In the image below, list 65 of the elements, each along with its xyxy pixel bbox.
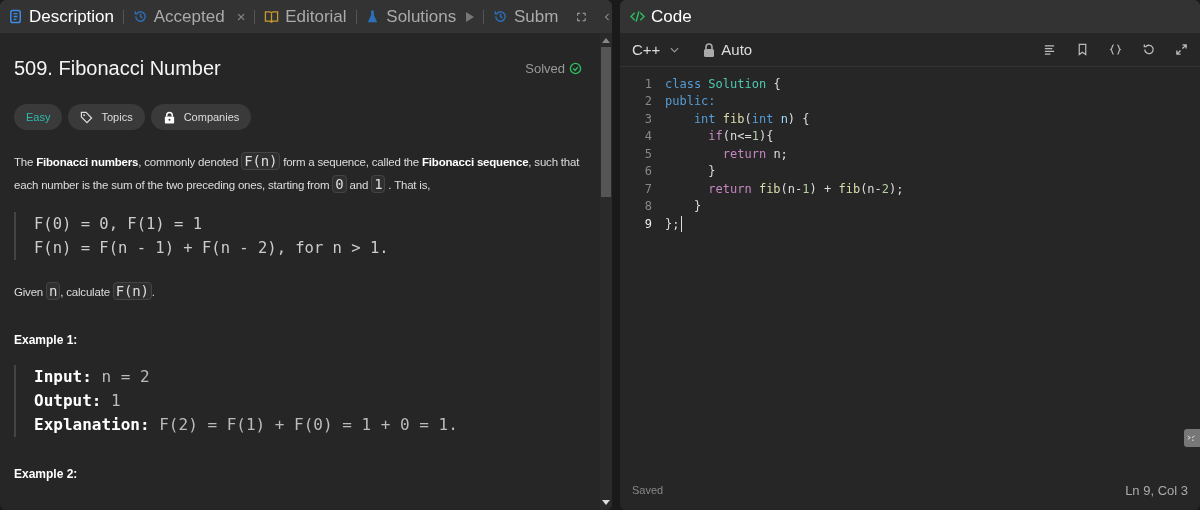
auto-mode-label: Auto <box>721 41 753 58</box>
panel-tab[interactable]: Solutions <box>363 6 477 27</box>
example-heading: Example 2: <box>14 467 79 481</box>
code-line: return n; <box>721 146 788 161</box>
console-tab[interactable] <box>1184 429 1200 447</box>
code-line: return fib(n-1) + fib(n-2); <box>707 181 904 196</box>
line-number: 9 <box>643 216 653 231</box>
scroll-up-icon[interactable] <box>602 37 610 43</box>
formula-line: F(n) = F(n - 1) + F(n - 2), for n > 1. <box>34 238 390 259</box>
example-line: Explanation: F(2) = F(1) + F(0) = 1 + 0 = 1. <box>34 414 459 436</box>
scrollbar-thumb[interactable] <box>601 47 611 197</box>
line-number: 2 <box>643 94 653 109</box>
panel-title: Code <box>651 6 692 27</box>
problem-title: 509. Fibonacci Number <box>14 57 222 80</box>
bookmark-icon[interactable] <box>1076 43 1089 56</box>
tag-icon <box>80 110 94 124</box>
history-icon <box>132 9 148 24</box>
line-number: 7 <box>643 181 653 196</box>
code-line: }; <box>665 216 680 231</box>
task-sentence: Given n , calculate F(n) . <box>14 281 156 302</box>
braces-icon[interactable] <box>1109 43 1122 56</box>
code-line: public: <box>665 94 716 109</box>
caret-icon <box>670 46 680 53</box>
fullscreen-icon[interactable] <box>577 10 587 23</box>
example-line: Input: n = 2 <box>34 366 151 388</box>
companies-button[interactable]: Companies <box>150 104 252 130</box>
panel-tab[interactable]: Description <box>6 6 117 27</box>
code-icon <box>630 10 645 23</box>
formula-line: F(0) = 0, F(1) = 1 <box>34 214 203 235</box>
line-number: 5 <box>643 146 653 161</box>
lock-icon <box>703 42 716 57</box>
solved-status: Solved <box>525 61 565 76</box>
line-number: 1 <box>643 76 653 91</box>
line-number: 8 <box>643 199 653 214</box>
topics-button[interactable]: Topics <box>68 104 145 130</box>
scroll-down-icon[interactable] <box>602 500 610 506</box>
cursor-position: Ln 9, Col 3 <box>1125 482 1188 498</box>
text-cursor <box>681 215 683 232</box>
reset-icon[interactable] <box>1142 43 1155 56</box>
check-icon <box>569 62 582 75</box>
line-number: 3 <box>643 111 653 126</box>
description-paragraph: The Fibonacci numbers, commonly denoted F(n) form a sequence, called the Fibonacci sequence, such that each number is the sum of the two preceding ones, starting from 0 and 1 . That is, <box>14 151 581 195</box>
line-number: 6 <box>643 164 653 179</box>
panel-tab[interactable]: Accepted × <box>130 6 248 27</box>
document-icon <box>8 9 23 24</box>
difficulty-tag: Easy <box>14 104 63 130</box>
format-icon[interactable] <box>1043 43 1056 56</box>
panel-tab[interactable]: Subm <box>491 6 561 27</box>
example-heading: Example 1: <box>14 333 79 347</box>
code-line: int fib(int n) { <box>692 111 810 126</box>
language-dropdown[interactable]: C++ <box>632 41 680 58</box>
expand-icon[interactable] <box>1175 43 1188 56</box>
code-line: if(n<=1){ <box>707 129 774 144</box>
book-icon <box>264 9 280 24</box>
lock-icon <box>162 110 176 124</box>
code-line: } <box>692 199 702 214</box>
code-line: } <box>707 164 716 179</box>
save-status: Saved <box>632 484 664 496</box>
play-icon <box>466 11 475 22</box>
line-number: 4 <box>643 129 653 144</box>
history-icon <box>493 9 508 24</box>
example-line: Output: 1 <box>34 390 122 412</box>
code-line: class Solution { <box>665 76 781 91</box>
panel-tab[interactable]: Editorial <box>262 6 349 27</box>
console-icon <box>1187 434 1197 442</box>
